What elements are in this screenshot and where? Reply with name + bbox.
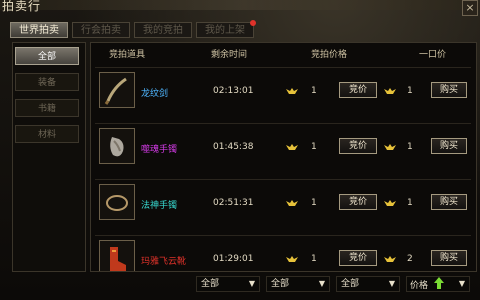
tab-my-listings[interactable]: 我的上架	[196, 20, 256, 38]
chevron-down-icon: ▼	[248, 279, 255, 288]
buyout-price: 1	[407, 198, 413, 208]
table-row[interactable]: 法神手镯 02:51:31 1 竞价 1 购买	[95, 179, 471, 230]
gold-ingot-icon	[384, 144, 396, 150]
bid-price: 1	[311, 86, 317, 96]
gold-ingot-icon	[286, 88, 298, 94]
category-panel: 全部 装备 书籍 材料	[12, 42, 86, 272]
remaining-time: 02:13:01	[213, 86, 254, 96]
gold-ingot-icon	[384, 200, 396, 206]
filter-dropdown-2[interactable]: 全部 ▼	[266, 276, 330, 292]
bid-price: 1	[311, 198, 317, 208]
filter-dropdown-3[interactable]: 全部 ▼	[336, 276, 400, 292]
filter-dropdown-1[interactable]: 全部 ▼	[196, 276, 260, 292]
remaining-time: 01:45:38	[213, 142, 254, 152]
buyout-price: 1	[407, 86, 413, 96]
category-all[interactable]: 全部	[15, 47, 79, 65]
chevron-down-icon: ▼	[388, 279, 395, 288]
chevron-down-icon: ▼	[318, 279, 325, 288]
buy-button[interactable]: 购买	[431, 138, 467, 154]
chevron-down-icon: ▼	[458, 279, 465, 288]
dragon-sword-icon[interactable]	[99, 72, 135, 108]
buyout-price: 2	[407, 254, 413, 264]
auction-list: 竞拍道具 剩余时间 竞拍价格 一口价 龙纹剑 02:13:01 1 竞价 1 购…	[90, 42, 477, 272]
buy-button[interactable]: 购买	[431, 194, 467, 210]
category-equipment[interactable]: 装备	[15, 73, 79, 91]
auction-tabs: 世界拍卖 行会拍卖 我的竞拍 我的上架	[10, 20, 256, 38]
column-header-buyout: 一口价	[419, 50, 447, 60]
column-header-bid-price: 竞拍价格	[311, 50, 348, 60]
item-name: 玛雅飞云靴	[141, 257, 187, 267]
column-header-item: 竞拍道具	[109, 50, 146, 60]
table-row[interactable]: 玛雅飞云靴 01:29:01 1 竞价 2 购买	[95, 235, 471, 271]
tab-my-bids[interactable]: 我的竞拍	[134, 22, 192, 38]
close-button[interactable]: ×	[462, 0, 478, 16]
bracelet-icon[interactable]	[99, 128, 135, 164]
item-name: 龙纹剑	[141, 89, 169, 99]
bid-button[interactable]: 竞价	[339, 250, 377, 266]
remaining-time: 02:51:31	[213, 198, 254, 208]
category-materials[interactable]: 材料	[15, 125, 79, 143]
notification-dot	[250, 20, 256, 26]
boots-icon[interactable]	[99, 240, 135, 271]
auction-window: 拍卖行 × 世界拍卖 行会拍卖 我的竞拍 我的上架 全部 装备 书籍 材料 竞拍…	[0, 0, 480, 300]
gold-ingot-icon	[286, 144, 298, 150]
buy-button[interactable]: 购买	[431, 82, 467, 98]
buy-button[interactable]: 购买	[431, 250, 467, 266]
window-top-border	[0, 0, 480, 10]
tab-guild-auction[interactable]: 行会拍卖	[72, 22, 130, 38]
sort-price-label: 价格	[410, 281, 429, 291]
item-name: 法神手镯	[141, 201, 178, 211]
column-header-time: 剩余时间	[211, 50, 248, 60]
bid-button[interactable]: 竞价	[339, 82, 377, 98]
category-books[interactable]: 书籍	[15, 99, 79, 117]
bid-button[interactable]: 竞价	[339, 138, 377, 154]
item-name: 噬魂手镯	[141, 145, 178, 155]
bid-button[interactable]: 竞价	[339, 194, 377, 210]
gold-ingot-icon	[384, 256, 396, 262]
bid-price: 1	[311, 142, 317, 152]
table-row[interactable]: 噬魂手镯 01:45:38 1 竞价 1 购买	[95, 123, 471, 174]
gold-ingot-icon	[286, 200, 298, 206]
tab-world-auction[interactable]: 世界拍卖	[10, 22, 68, 38]
sort-up-arrow-icon[interactable]	[434, 277, 444, 289]
table-row[interactable]: 龙纹剑 02:13:01 1 竞价 1 购买	[95, 67, 471, 118]
gold-ingot-icon	[286, 256, 298, 262]
gold-ingot-icon	[384, 88, 396, 94]
window-title: 拍卖行	[2, 0, 42, 13]
remaining-time: 01:29:01	[213, 254, 254, 264]
ring-icon[interactable]	[99, 184, 135, 220]
bid-price: 1	[311, 254, 317, 264]
buyout-price: 1	[407, 142, 413, 152]
